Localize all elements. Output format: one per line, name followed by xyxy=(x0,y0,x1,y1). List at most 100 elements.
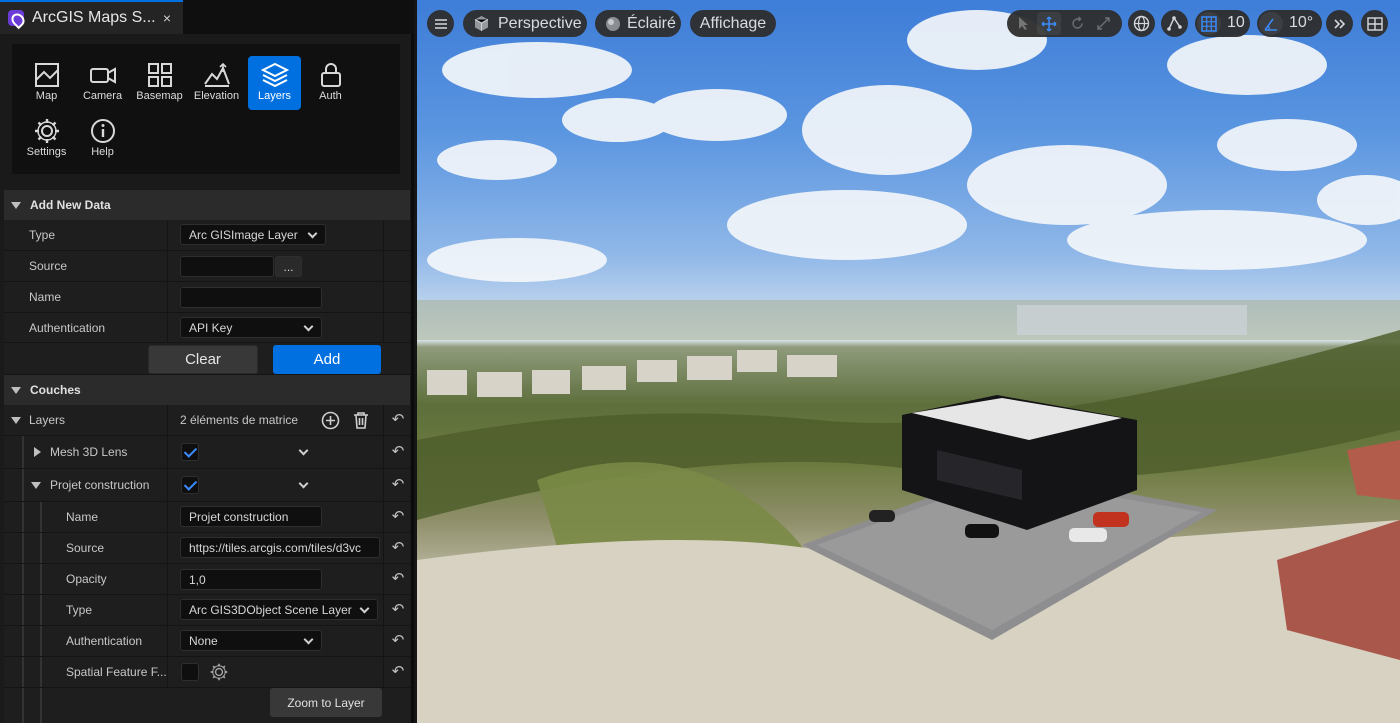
chevron-down-icon[interactable] xyxy=(298,445,309,456)
show-menu-button[interactable]: Affichage xyxy=(690,10,776,37)
chevron-down-icon xyxy=(303,321,314,332)
viewport-menu-button[interactable] xyxy=(427,10,454,37)
tool-elevation[interactable]: Elevation xyxy=(190,56,243,110)
collapse-caret-icon xyxy=(11,201,21,209)
app-window: ArcGIS Maps S... × Map Camera Basemap El… xyxy=(0,0,1400,723)
reset-icon[interactable]: ↶ xyxy=(390,571,406,587)
reset-icon[interactable]: ↶ xyxy=(390,444,406,460)
layer-authentication-dropdown[interactable]: None xyxy=(180,630,322,651)
section-couches[interactable]: Couches xyxy=(4,375,410,405)
cube-icon xyxy=(474,16,489,31)
add-button[interactable]: Add xyxy=(273,345,381,374)
reset-icon[interactable]: ↶ xyxy=(390,664,406,680)
tab-title: ArcGIS Maps S... xyxy=(32,9,156,26)
layer-authentication-dropdown-value: None xyxy=(189,633,218,648)
camera-icon xyxy=(89,67,116,84)
layer-name: Mesh 3D Lens xyxy=(50,445,128,459)
section-add-new-data[interactable]: Add New Data xyxy=(4,190,410,220)
authentication-dropdown[interactable]: API Key xyxy=(180,317,322,338)
layer-visible-checkbox[interactable] xyxy=(181,476,199,494)
angle-snap-toggle[interactable] xyxy=(1259,12,1283,35)
source-label: Source xyxy=(29,259,68,273)
expand-caret-icon[interactable] xyxy=(34,447,41,457)
3d-viewport[interactable]: Perspective Éclairé Affichage 10 10° xyxy=(417,0,1400,723)
spatial-feature-checkbox[interactable] xyxy=(181,663,199,681)
collapse-caret-icon[interactable] xyxy=(31,482,41,489)
double-chevron-right-icon xyxy=(1333,18,1345,29)
more-options-button[interactable] xyxy=(1326,10,1353,37)
rotate-icon[interactable] xyxy=(1070,16,1085,31)
perspective-button[interactable]: Perspective xyxy=(463,10,587,37)
arcgis-logo-icon xyxy=(8,10,24,26)
reset-icon[interactable]: ↶ xyxy=(390,477,406,493)
layer-type-dropdown[interactable]: Arc GIS3DObject Scene Layer xyxy=(180,599,378,620)
scale-icon[interactable] xyxy=(1096,16,1111,31)
collapse-caret-icon xyxy=(11,386,21,394)
reset-icon[interactable]: ↶ xyxy=(390,602,406,618)
viewport-layout-button[interactable] xyxy=(1361,10,1388,37)
move-tool-button[interactable] xyxy=(1037,12,1061,35)
source-input[interactable] xyxy=(180,256,274,277)
chevron-down-icon xyxy=(307,228,318,239)
expand-caret-icon[interactable] xyxy=(11,417,21,424)
tool-map[interactable]: Map xyxy=(20,56,73,110)
reset-icon[interactable]: ↶ xyxy=(390,633,406,649)
name-input[interactable] xyxy=(180,287,322,308)
authentication-dropdown-value: API Key xyxy=(189,320,233,335)
basemap-icon xyxy=(147,63,172,87)
zoom-to-layer-button[interactable]: Zoom to Layer xyxy=(270,688,382,717)
tool-camera[interactable]: Camera xyxy=(76,56,129,110)
surface-snap-button[interactable] xyxy=(1161,10,1188,37)
layer-name-input[interactable]: Projet construction xyxy=(180,506,322,527)
tool-camera-label: Camera xyxy=(82,90,123,102)
layer-visible-checkbox[interactable] xyxy=(181,443,199,461)
tool-auth[interactable]: Auth xyxy=(304,56,357,110)
angle-snap-group[interactable]: 10° xyxy=(1257,10,1322,37)
tool-auth-label: Auth xyxy=(319,90,342,102)
row-source: Source ... xyxy=(4,251,410,282)
reset-icon[interactable]: ↶ xyxy=(390,509,406,525)
browse-button[interactable]: ... xyxy=(275,256,302,277)
layers-icon xyxy=(260,62,289,88)
tool-basemap[interactable]: Basemap xyxy=(133,56,186,110)
lit-mode-button[interactable]: Éclairé xyxy=(595,10,681,37)
trash-icon[interactable] xyxy=(352,411,370,430)
layer-type-dropdown-value: Arc GIS3DObject Scene Layer xyxy=(189,602,352,617)
transform-tools xyxy=(1007,10,1122,37)
row-type: Type Arc GISImage Layer xyxy=(4,220,410,251)
gear-icon[interactable] xyxy=(210,663,228,681)
layer-source-label: Source xyxy=(66,541,105,555)
layer-source-input[interactable]: https://tiles.arcgis.com/tiles/d3vc xyxy=(180,537,380,558)
chevron-down-icon xyxy=(359,603,370,614)
row-layer-name: Name Projet construction ↶ xyxy=(4,502,410,533)
type-dropdown[interactable]: Arc GISImage Layer xyxy=(180,224,326,245)
tool-settings[interactable]: Settings xyxy=(20,112,73,166)
chevron-down-icon[interactable] xyxy=(298,478,309,489)
tool-layers[interactable]: Layers xyxy=(248,56,301,110)
clear-button[interactable]: Clear xyxy=(148,345,258,374)
reset-icon[interactable]: ↶ xyxy=(390,412,406,428)
show-menu-label: Affichage xyxy=(699,14,767,32)
world-space-button[interactable] xyxy=(1128,10,1155,37)
row-name: Name xyxy=(4,282,410,313)
grid-snap-toggle[interactable] xyxy=(1197,12,1221,35)
angle-icon xyxy=(1264,18,1277,31)
row-layer-source: Source https://tiles.arcgis.com/tiles/d3… xyxy=(4,533,410,564)
layer-name-label: Name xyxy=(66,510,99,524)
close-icon[interactable]: × xyxy=(163,10,171,26)
tool-palette: Map Camera Basemap Elevation Layers Auth xyxy=(12,44,400,174)
tool-layers-label: Layers xyxy=(257,90,292,102)
add-element-icon[interactable] xyxy=(321,411,340,430)
name-label: Name xyxy=(29,290,62,304)
select-arrow-icon[interactable] xyxy=(1016,16,1031,31)
move-icon xyxy=(1041,16,1057,32)
layer-authentication-label: Authentication xyxy=(66,634,143,648)
layer-opacity-input[interactable]: 1,0 xyxy=(180,569,322,590)
row-layers-array: Layers 2 éléments de matrice ↶ xyxy=(4,405,410,436)
grid-snap-group[interactable]: 10 xyxy=(1195,10,1250,37)
tab-arcgis-maps[interactable]: ArcGIS Maps S... × xyxy=(0,0,183,34)
row-spatial-feature: Spatial Feature F... ↶ xyxy=(4,657,410,688)
tool-help[interactable]: Help xyxy=(76,112,129,166)
list-item-layer: Mesh 3D Lens ↶ xyxy=(4,436,410,469)
reset-icon[interactable]: ↶ xyxy=(390,540,406,556)
